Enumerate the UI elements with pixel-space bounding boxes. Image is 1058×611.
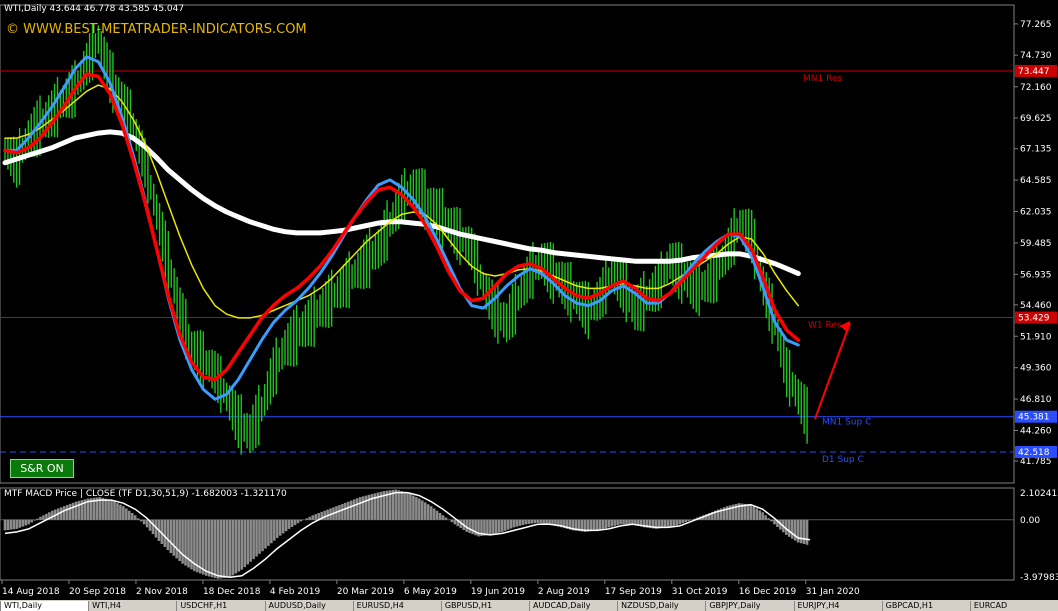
macd-tick-label: -3.97983 xyxy=(1020,573,1058,583)
date-tick-label: 17 Sep 2019 xyxy=(605,587,662,597)
sr-level-price-label: 42.518 xyxy=(1018,448,1050,458)
sr-toggle-button[interactable]: S&R ON xyxy=(10,459,74,478)
price-tick-label: 74.730 xyxy=(1020,51,1052,61)
sr-level-name-label: W1 Res xyxy=(808,321,842,331)
price-tick-label: 67.135 xyxy=(1020,145,1052,155)
date-tick-label: 14 Aug 2018 xyxy=(2,587,60,597)
price-tick-label: 62.035 xyxy=(1020,208,1052,218)
date-tick-label: 2 Aug 2019 xyxy=(538,587,590,597)
chart-tab[interactable]: USDCHF,H1 xyxy=(176,601,264,611)
price-tick-label: 56.935 xyxy=(1020,270,1052,280)
forecast-arrow-line xyxy=(814,322,851,420)
chart-tab[interactable]: NZDUSD,Daily xyxy=(617,601,705,611)
date-tick-label: 20 Mar 2019 xyxy=(337,587,394,597)
date-tick-label: 18 Dec 2018 xyxy=(203,587,261,597)
date-tick-label: 31 Oct 2019 xyxy=(672,587,728,597)
chart-tab[interactable]: EURJPY,H4 xyxy=(793,601,882,611)
chart-tab[interactable]: AUDCAD,Daily xyxy=(529,601,617,611)
price-tick-label: 69.625 xyxy=(1020,114,1052,124)
date-tick-label: 20 Sep 2018 xyxy=(69,587,126,597)
chart-tab[interactable]: WTI,Daily xyxy=(0,601,89,611)
price-tick-label: 41.785 xyxy=(1020,457,1052,467)
chart-tab[interactable]: AUDUSD,Daily xyxy=(264,601,353,611)
price-tick-label: 77.265 xyxy=(1020,20,1052,30)
sr-level-price-label: 45.381 xyxy=(1018,413,1050,423)
chart-tab[interactable]: GBPJPY,Daily xyxy=(705,601,793,611)
chart-canvas[interactable]: 77.265 74.730 72.160 69.625 67.135 64.585 62.0… xyxy=(0,0,1058,611)
chart-tab[interactable]: WTI,H4 xyxy=(88,601,176,611)
sr-level-price-label: 53.429 xyxy=(1018,314,1050,324)
sr-level-name-label: MN1 Res xyxy=(803,74,842,84)
date-tick-label: 31 Jan 2020 xyxy=(806,587,860,597)
date-tick-label: 19 Jun 2019 xyxy=(471,587,525,597)
chart-tab[interactable]: EURUSD,H4 xyxy=(352,601,441,611)
date-tick-label: 16 Dec 2019 xyxy=(739,587,797,597)
watermark-text: © WWW.BEST-METATRADER-INDICATORS.COM xyxy=(6,22,307,37)
price-tick-label: 72.160 xyxy=(1020,83,1052,93)
chart-tabs: WTI,Daily WTI,H4 USDCHF,H1 AUDUSD,Daily EURU… xyxy=(0,600,1058,611)
price-tick-label: 49.360 xyxy=(1020,364,1052,374)
price-tick-label: 59.485 xyxy=(1020,239,1052,249)
chart-tab[interactable]: GBPCAD,H1 xyxy=(881,601,970,611)
sr-level-price-label: 73.447 xyxy=(1018,67,1050,77)
date-tick-label: 2 Nov 2018 xyxy=(136,587,188,597)
chart-tab[interactable]: EURCAD xyxy=(969,601,1058,611)
price-tick-label: 51.910 xyxy=(1020,332,1052,342)
chart-tab[interactable]: GBPUSD,H1 xyxy=(440,601,529,611)
sr-level-name-label: MN1 Sup C xyxy=(822,418,871,428)
price-tick-label: 46.810 xyxy=(1020,395,1052,405)
sr-level-name-label: D1 Sup C xyxy=(822,455,864,465)
price-tick-label: 44.260 xyxy=(1020,427,1052,437)
macd-tick-label: 2.102412 xyxy=(1020,489,1058,499)
macd-tick-label: 0.00 xyxy=(1020,516,1040,526)
price-tick-label: 64.585 xyxy=(1020,176,1052,186)
date-tick-label: 4 Feb 2019 xyxy=(270,587,321,597)
macd-indicator-label: MTF MACD Price | CLOSE (TF D1,30,51,9) -… xyxy=(4,489,287,499)
chart-title: WTI,Daily 43.644 46.778 43.585 45.047 xyxy=(4,4,185,14)
date-tick-label: 6 May 2019 xyxy=(404,587,457,597)
price-tick-label: 54.460 xyxy=(1020,301,1052,311)
